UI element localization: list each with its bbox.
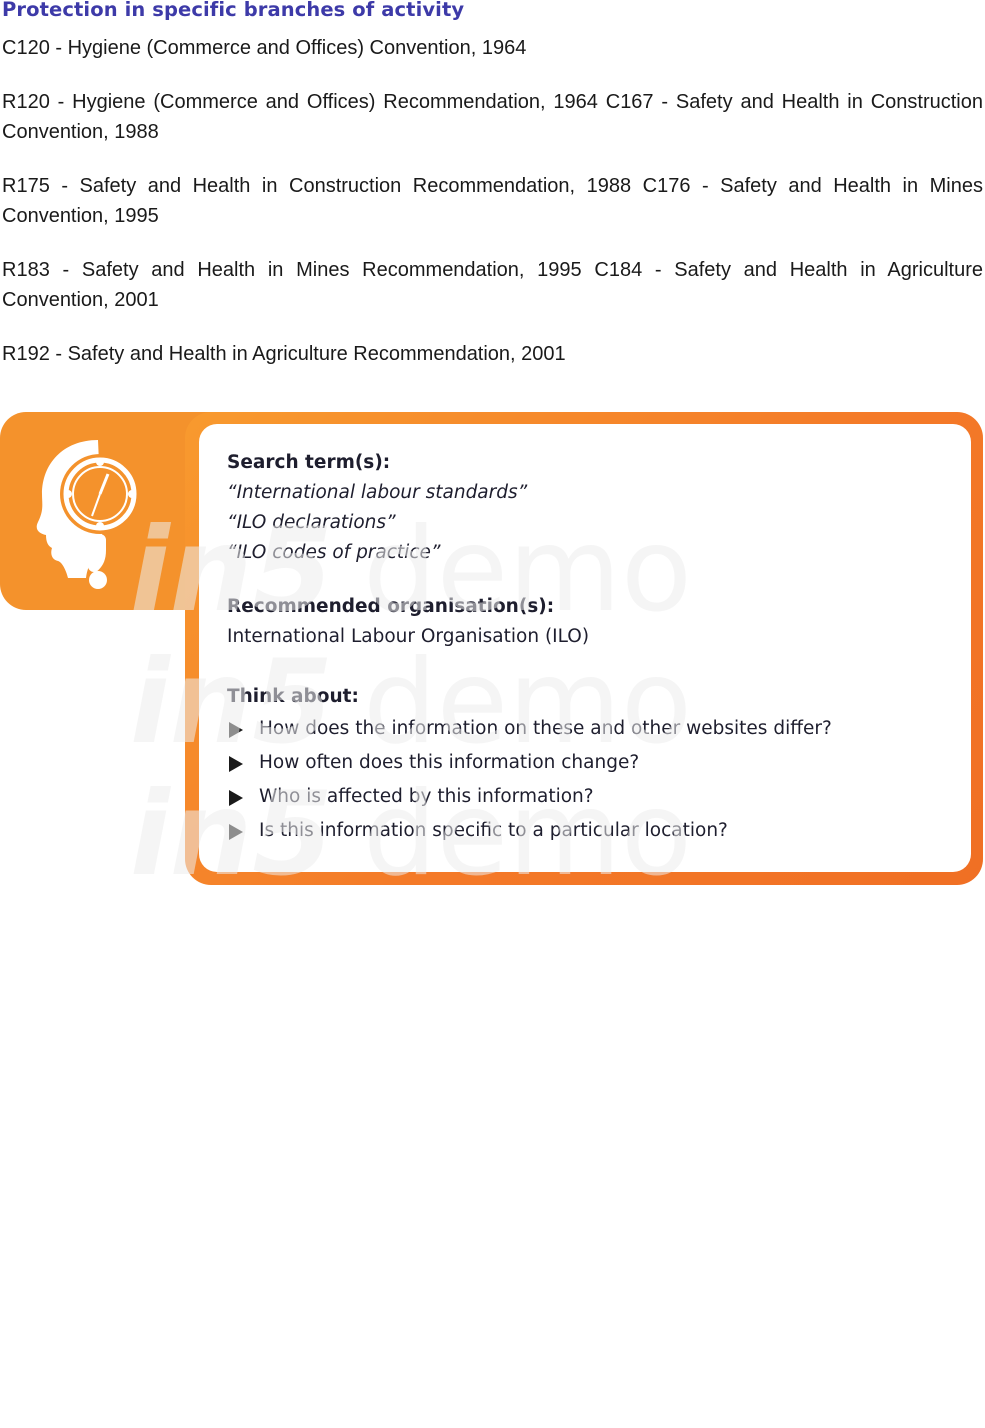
search-term: “ILO codes of practice” (227, 542, 441, 563)
think-item-text: Who is affected by this information? (259, 786, 594, 807)
think-about-list: How does the information on these and ot… (227, 712, 947, 848)
search-term: “International labour standards” (227, 482, 528, 503)
paragraph-r192: R192 - Safety and Health in Agriculture … (2, 343, 566, 365)
paragraph-r120-c167: R120 - Hygiene (Commerce and Offices) Re… (2, 91, 983, 143)
organisation-label: Recommended organisation(s): (227, 596, 555, 617)
section-heading: Protection in specific branches of activ… (2, 0, 465, 21)
head-clock-question-icon (36, 440, 140, 589)
list-item: How does the information on these and ot… (227, 712, 947, 746)
list-item: Who is affected by this information? (227, 780, 947, 814)
organisation-name: International Labour Organisation (ILO) (227, 626, 590, 647)
arrow-bullet-icon (229, 722, 243, 738)
search-term: “ILO declarations” (227, 512, 396, 533)
research-box-text: Search term(s): “International labour st… (227, 448, 947, 848)
paragraph-r175-c176: R175 - Safety and Health in Construction… (2, 175, 983, 227)
think-item-text: Is this information specific to a partic… (259, 820, 728, 841)
think-item-text: How often does this information change? (259, 752, 640, 773)
paragraph-r183-c184: R183 - Safety and Health in Mines Recomm… (2, 259, 983, 311)
arrow-bullet-icon (229, 756, 243, 772)
think-about-label: Think about: (227, 686, 359, 707)
think-item-text: How does the information on these and ot… (259, 718, 832, 739)
list-item: How often does this information change? (227, 746, 947, 780)
search-terms-label: Search term(s): (227, 452, 391, 473)
paragraph-c120: C120 - Hygiene (Commerce and Offices) Co… (2, 37, 527, 59)
arrow-bullet-icon (229, 824, 243, 840)
arrow-bullet-icon (229, 790, 243, 806)
list-item: Is this information specific to a partic… (227, 814, 947, 848)
